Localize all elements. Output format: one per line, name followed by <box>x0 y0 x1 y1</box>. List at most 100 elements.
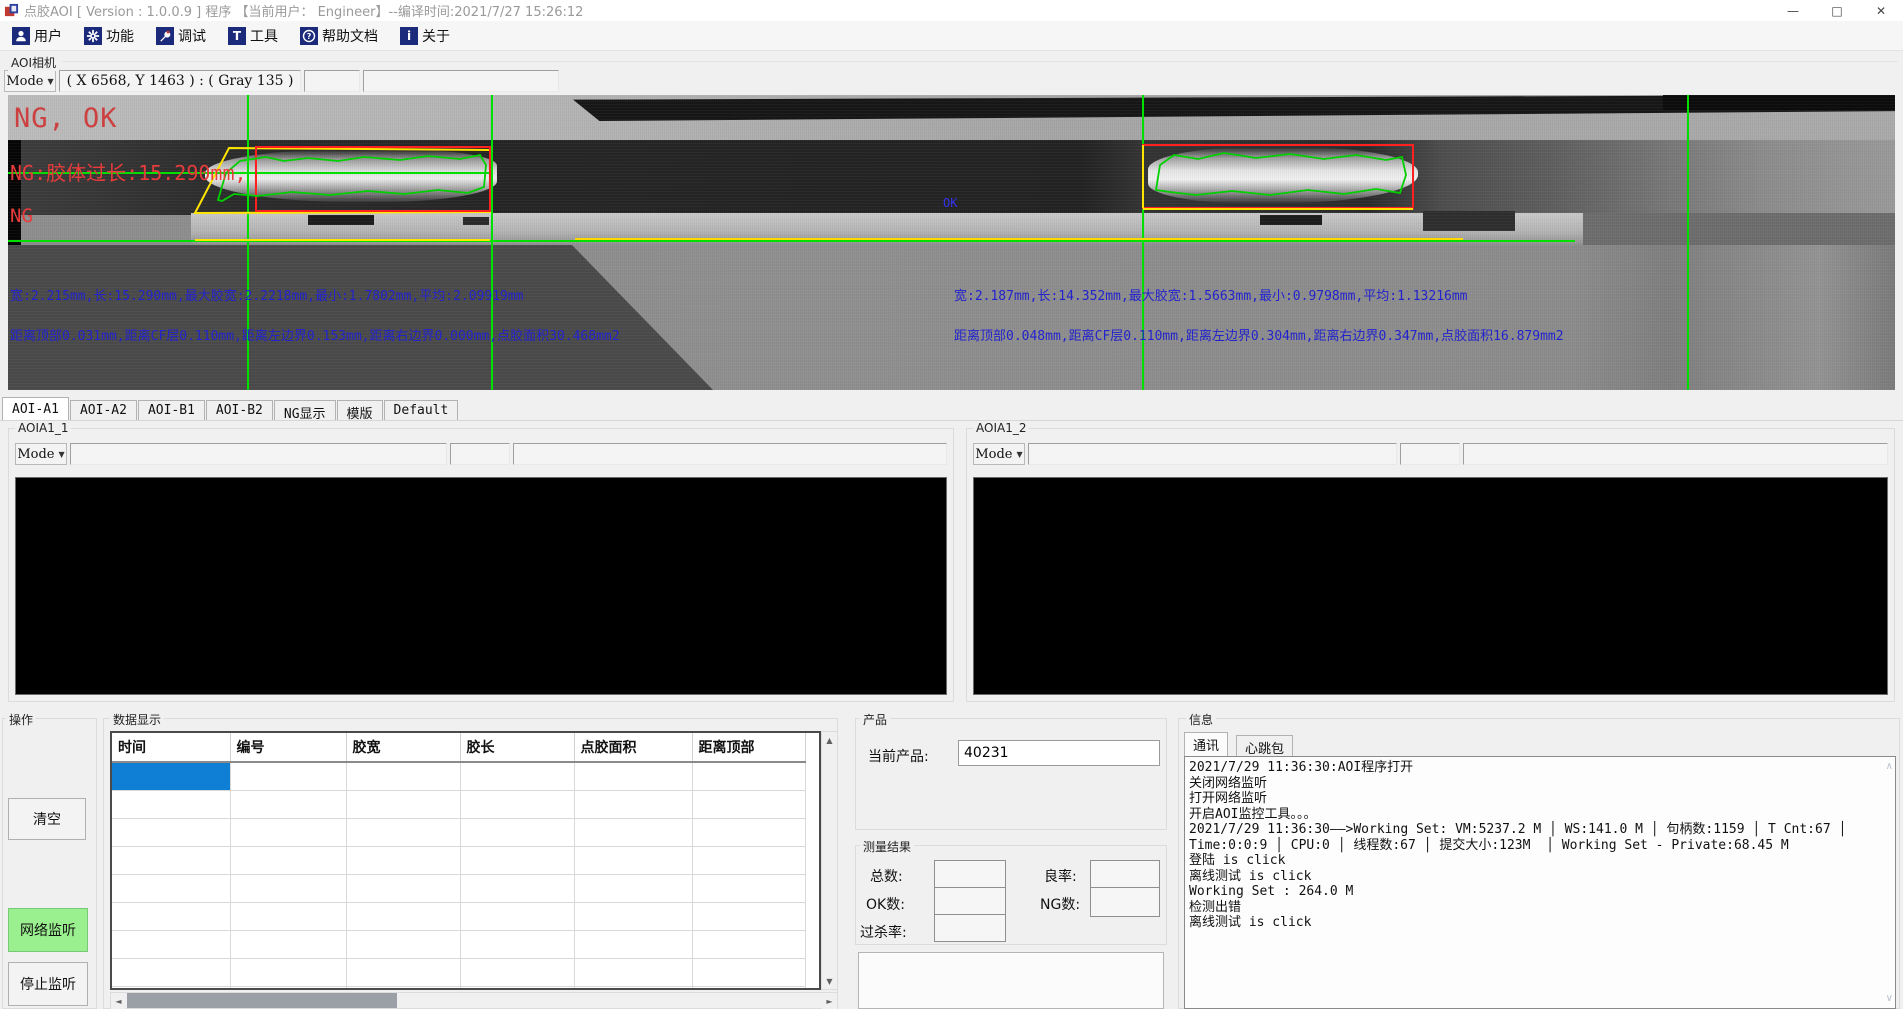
table-cell[interactable] <box>574 762 692 790</box>
table-row <box>112 762 805 790</box>
table-cell[interactable] <box>346 818 460 846</box>
table-cell[interactable] <box>460 762 574 790</box>
network-listen-button[interactable]: 网络监听 <box>8 908 88 952</box>
table-vertical-scrollbar[interactable]: ▲ ▼ <box>821 731 838 990</box>
tab-ng-display[interactable]: NG显示 <box>274 400 336 420</box>
table-cell[interactable] <box>346 986 460 990</box>
table-cell[interactable] <box>692 902 805 930</box>
table-cell[interactable] <box>460 958 574 986</box>
toolbar-debug-button[interactable]: 调试 <box>152 24 210 48</box>
log-scroll-down-icon[interactable]: ∨ <box>1886 993 1893 1004</box>
table-cell[interactable] <box>460 846 574 874</box>
table-cell[interactable] <box>346 930 460 958</box>
col-header-id[interactable]: 编号 <box>230 733 346 762</box>
camera-mode-dropdown[interactable]: Mode ▼ <box>4 70 56 92</box>
table-cell[interactable] <box>230 762 346 790</box>
table-cell[interactable] <box>574 790 692 818</box>
scroll-down-icon[interactable]: ▼ <box>822 973 837 989</box>
scroll-left-icon[interactable]: ◄ <box>111 993 126 1009</box>
scroll-up-icon[interactable]: ▲ <box>822 732 837 748</box>
table-cell[interactable] <box>460 986 574 990</box>
table-cell[interactable] <box>574 846 692 874</box>
tab-template[interactable]: 模版 <box>337 400 383 420</box>
table-cell[interactable] <box>112 790 230 818</box>
panel2-image-view[interactable] <box>973 477 1888 695</box>
table-cell[interactable] <box>112 958 230 986</box>
table-cell[interactable] <box>692 874 805 902</box>
table-cell[interactable] <box>346 846 460 874</box>
table-cell[interactable] <box>692 818 805 846</box>
toolbar-function-button[interactable]: 功能 <box>80 24 138 48</box>
table-cell[interactable] <box>230 902 346 930</box>
table-cell[interactable] <box>346 790 460 818</box>
table-cell[interactable] <box>574 986 692 990</box>
toolbar-about-button[interactable]: i 关于 <box>396 24 454 48</box>
maximize-button[interactable]: □ <box>1815 0 1859 21</box>
col-header-time[interactable]: 时间 <box>112 733 230 762</box>
table-cell[interactable] <box>346 902 460 930</box>
table-cell[interactable] <box>460 930 574 958</box>
table-cell[interactable] <box>692 762 805 790</box>
log-scroll-up-icon[interactable]: ∧ <box>1886 761 1893 772</box>
toolbar-help-button[interactable]: ? 帮助文档 <box>296 24 382 48</box>
scroll-right-icon[interactable]: ► <box>822 993 837 1009</box>
table-cell[interactable] <box>692 790 805 818</box>
table-cell[interactable] <box>230 958 346 986</box>
camera-image-view[interactable]: OK NG, OK NG:胶体过长:15.290mm, NG 宽:2.215mm… <box>8 95 1895 390</box>
tab-aoi-a1[interactable]: AOI-A1 <box>2 397 69 420</box>
tab-default[interactable]: Default <box>384 400 459 420</box>
table-cell[interactable] <box>112 762 230 790</box>
tab-heartbeat[interactable]: 心跳包 <box>1236 735 1293 756</box>
tab-aoi-b2[interactable]: AOI-B2 <box>206 400 273 420</box>
col-header-glue-length[interactable]: 胶长 <box>460 733 574 762</box>
tab-comm[interactable]: 通讯 <box>1184 732 1228 756</box>
table-cell[interactable] <box>692 958 805 986</box>
table-cell[interactable] <box>574 874 692 902</box>
col-header-glue-area[interactable]: 点胶面积 <box>574 733 692 762</box>
table-cell[interactable] <box>230 818 346 846</box>
table-cell[interactable] <box>112 986 230 990</box>
table-cell[interactable] <box>692 986 805 990</box>
clear-button[interactable]: 清空 <box>8 798 86 840</box>
table-cell[interactable] <box>574 902 692 930</box>
current-product-input[interactable] <box>958 740 1160 766</box>
close-button[interactable]: ✕ <box>1859 0 1903 21</box>
toolbar-user-button[interactable]: 用户 <box>8 24 66 48</box>
table-cell[interactable] <box>460 790 574 818</box>
stop-listen-button[interactable]: 停止监听 <box>8 962 88 1006</box>
panel1-image-view[interactable] <box>15 477 947 695</box>
table-cell[interactable] <box>692 930 805 958</box>
panel1-mode-dropdown[interactable]: Mode ▼ <box>15 443 67 465</box>
table-cell[interactable] <box>112 818 230 846</box>
table-cell[interactable] <box>230 790 346 818</box>
toolbar-tools-button[interactable]: T 工具 <box>224 24 282 48</box>
col-header-distance-top[interactable]: 距离顶部 <box>692 733 805 762</box>
table-cell[interactable] <box>346 874 460 902</box>
hscroll-thumb[interactable] <box>127 993 397 1008</box>
tab-aoi-b1[interactable]: AOI-B1 <box>138 400 205 420</box>
panel2-mode-dropdown[interactable]: Mode ▼ <box>973 443 1025 465</box>
table-cell[interactable] <box>460 874 574 902</box>
table-cell[interactable] <box>112 874 230 902</box>
table-row <box>112 958 805 986</box>
table-horizontal-scrollbar[interactable]: ◄ ► <box>110 992 838 1009</box>
table-cell[interactable] <box>230 874 346 902</box>
table-cell[interactable] <box>230 846 346 874</box>
table-cell[interactable] <box>346 958 460 986</box>
table-cell[interactable] <box>230 930 346 958</box>
table-cell[interactable] <box>574 930 692 958</box>
table-cell[interactable] <box>230 986 346 990</box>
table-cell[interactable] <box>112 902 230 930</box>
table-cell[interactable] <box>574 818 692 846</box>
table-cell[interactable] <box>112 930 230 958</box>
table-cell[interactable] <box>112 846 230 874</box>
tab-aoi-a2[interactable]: AOI-A2 <box>70 400 137 420</box>
table-cell[interactable] <box>574 958 692 986</box>
table-cell[interactable] <box>460 902 574 930</box>
comm-log-box[interactable]: 2021/7/29 11:36:30:AOI程序打开 关闭网络监听 打开网络监听… <box>1184 756 1896 1009</box>
table-cell[interactable] <box>692 846 805 874</box>
table-cell[interactable] <box>346 762 460 790</box>
table-cell[interactable] <box>460 818 574 846</box>
minimize-button[interactable]: — <box>1771 0 1815 21</box>
col-header-glue-width[interactable]: 胶宽 <box>346 733 460 762</box>
